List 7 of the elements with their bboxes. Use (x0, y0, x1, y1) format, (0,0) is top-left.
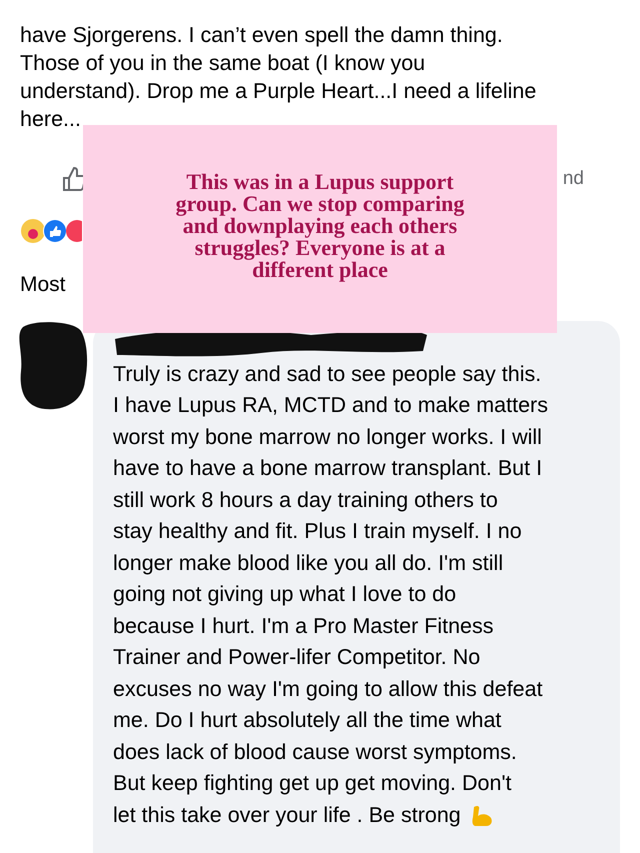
send-label[interactable]: nd (562, 164, 584, 194)
reaction-icons[interactable] (20, 218, 82, 244)
overlay-text: This was in a Lupus support group. Can we stop comparing and downplaying each others struggles? Everyone is at a different place (176, 171, 464, 281)
post-text: have Sjorgerens. I can’t even spell the damn thing. Those of you in the same boat (I know you understand). Drop me a Purple Heart...I need a lifeline here... (20, 22, 538, 133)
like-icon[interactable] (62, 166, 86, 192)
sort-label[interactable]: Most (20, 273, 66, 296)
comment-text: Truly is crazy and sad to see people say this. I have Lupus RA, MCTD and to make matters worst my bone marrow no longer works. I will have to have a bone marrow transplant. But I still work 8 hours a day training others to stay healthy and fit. Plus I train myself. I no longer make blood like you all do. I'm still going not giving up what I love to do because I hurt. I'm a Pro Master Fitness Trainer and Power-lifer Competitor. No excuses no way I'm going to allow this defeat me. Do I hurt absolutely all the time what does lack of blood cause worst symptoms. But keep fighting get up get moving. Don't let this take over your life . Be strong (113, 358, 608, 831)
